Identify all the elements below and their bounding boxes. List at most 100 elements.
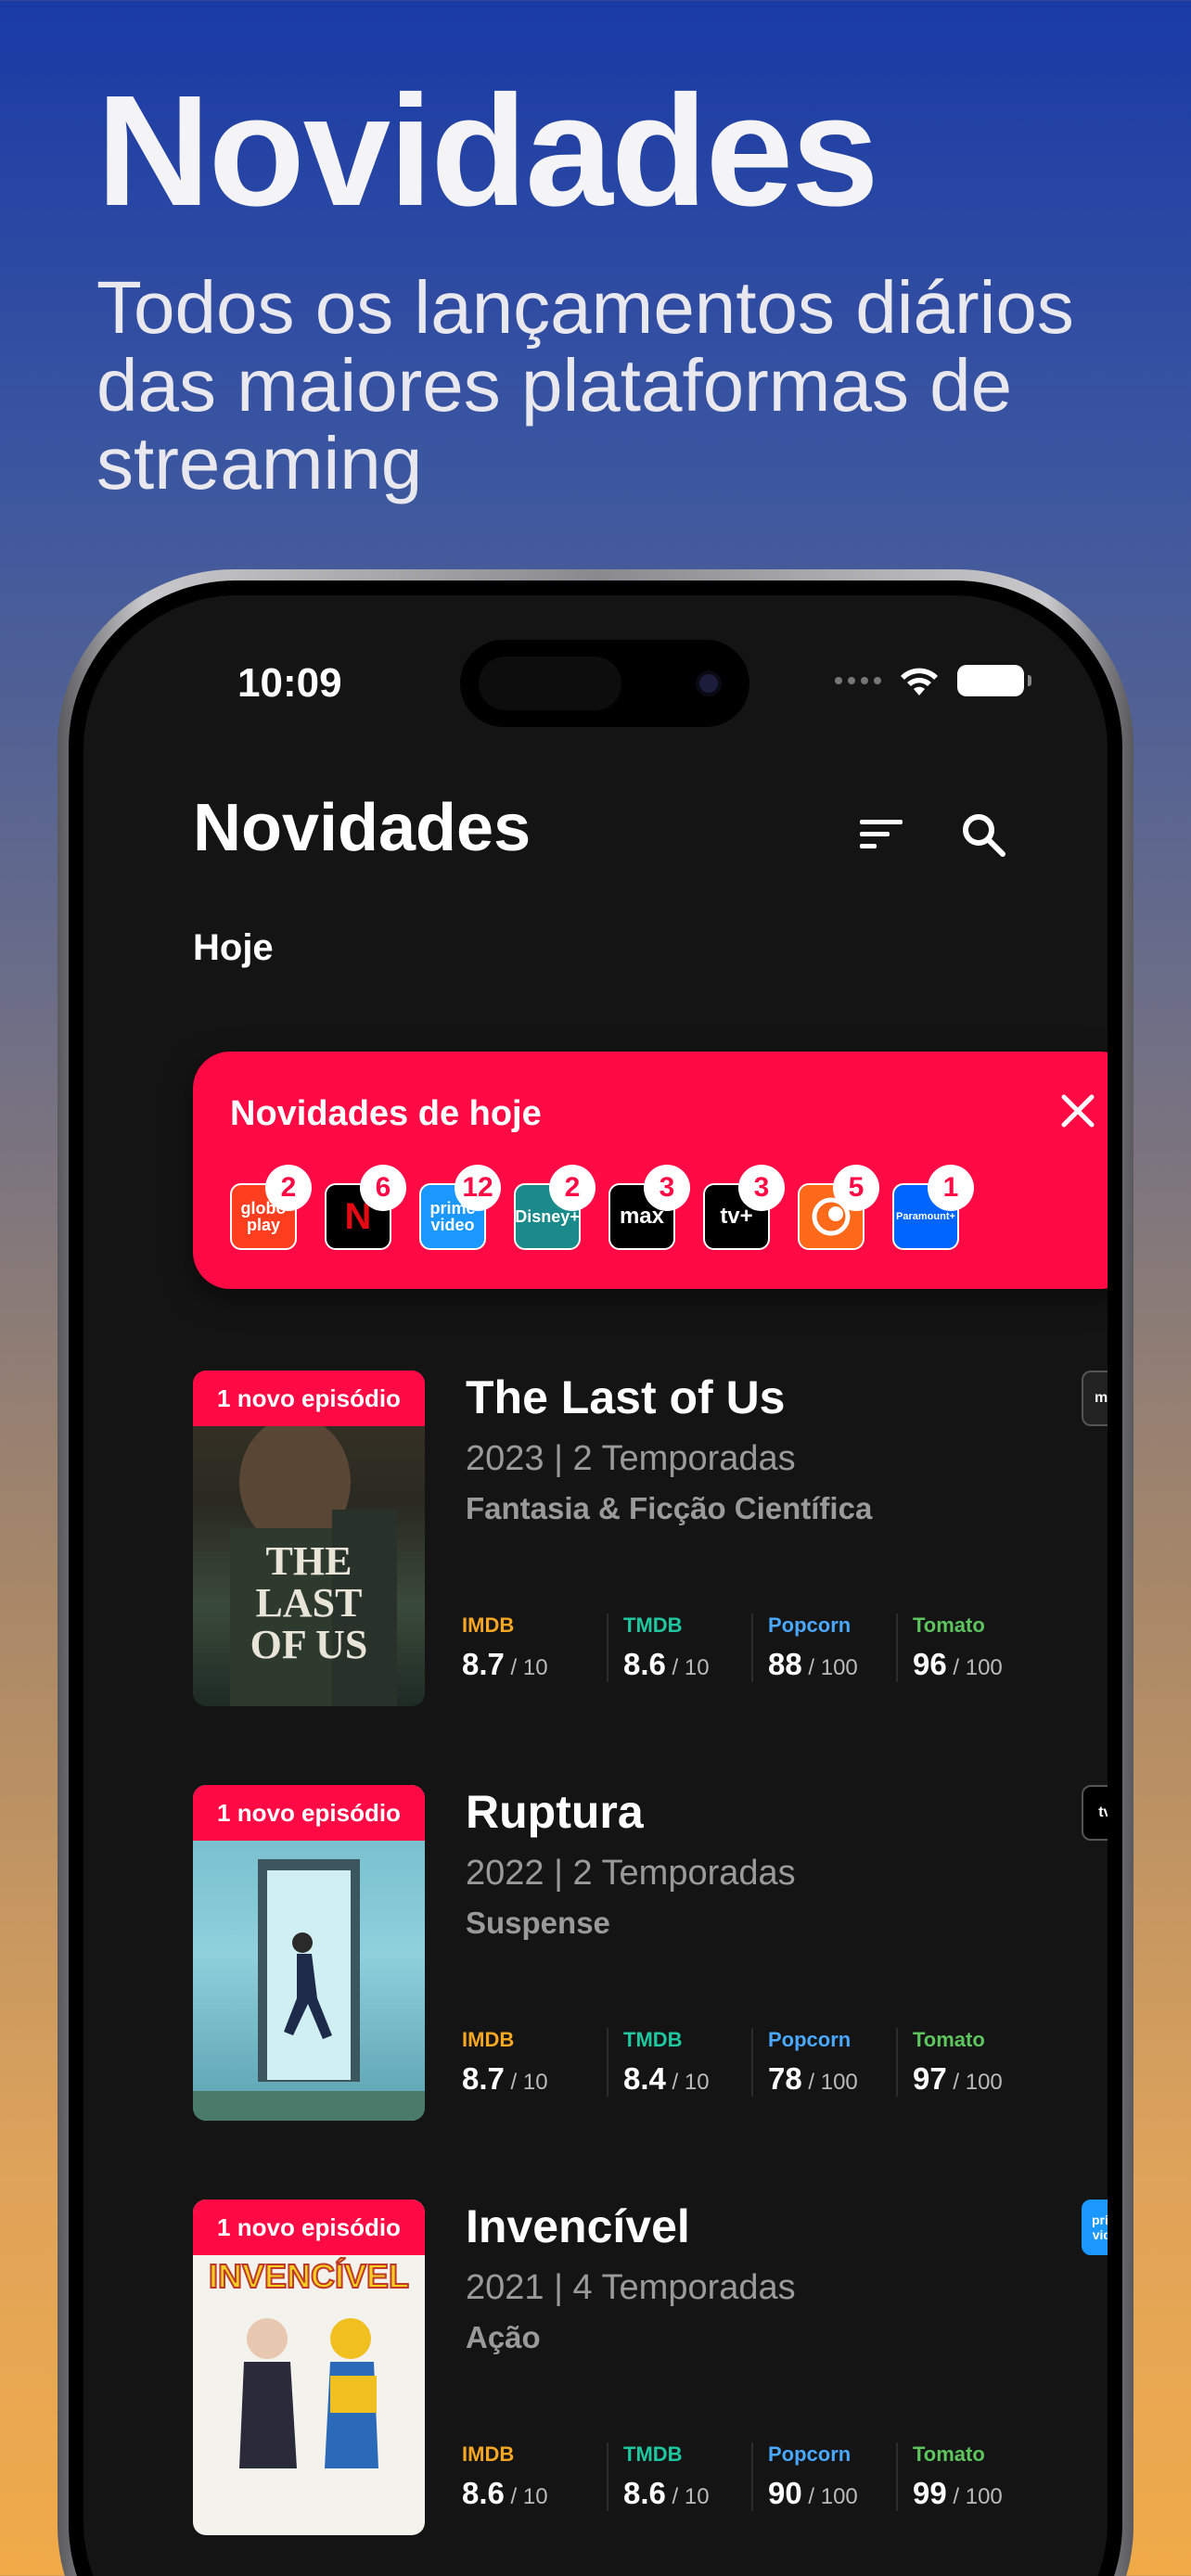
page-title: Novidades — [193, 791, 531, 865]
ratings: IMDB 8.7 / 10 TMDB 8.6 / 10 Popcorn 88 / 10… — [462, 1613, 1041, 1682]
rating-tomato: Tomato 99 / 100 — [896, 2442, 1041, 2511]
search-button[interactable] — [955, 807, 1011, 862]
rating-value: 78 — [768, 2061, 802, 2096]
apple-tv-logo: tv+ — [720, 1204, 753, 1229]
close-button[interactable] — [1052, 1085, 1104, 1137]
platform-crunchyroll[interactable]: 5 — [798, 1165, 879, 1250]
svg-text:THE: THE — [266, 1538, 352, 1584]
rating-name: IMDB — [462, 2028, 515, 2051]
new-episode-badge: 1 novo episódio — [193, 2200, 425, 2255]
app-screen: 10:09 Novidades Hoje Novidades de hoje g… — [83, 595, 1108, 2576]
rating-value: 8.7 — [462, 2061, 505, 2096]
platform-prime-video[interactable]: prime video 12 — [419, 1165, 501, 1250]
rating-value: 99 — [913, 2476, 947, 2510]
rating-value: 8.6 — [623, 1647, 666, 1681]
rating-name: Popcorn — [768, 1613, 852, 1637]
rating-value: 8.4 — [623, 2061, 666, 2096]
platform-netflix[interactable]: N 6 — [325, 1165, 406, 1250]
rating-popcorn: Popcorn 90 / 100 — [751, 2442, 896, 2511]
rating-imdb: IMDB 8.7 / 10 — [462, 2028, 607, 2097]
platform-list: globo play 2 N 6 prime video 12 Disney+ … — [230, 1165, 974, 1250]
netflix-logo: N — [344, 1196, 372, 1237]
max-logo: max — [619, 1204, 665, 1229]
promo-subtitle: Todos os lançamentos diários das maiores… — [96, 266, 1074, 504]
platform-count: 5 — [833, 1165, 879, 1211]
show-title: Ruptura — [466, 1786, 644, 1838]
rating-name: Tomato — [913, 1613, 985, 1637]
rating-popcorn: Popcorn 78 / 100 — [751, 2028, 896, 2097]
promo-title: Novidades — [96, 63, 879, 239]
rating-value: 8.6 — [623, 2476, 666, 2510]
rating-max: / 100 — [801, 1655, 858, 1680]
rating-max: / 10 — [665, 1655, 710, 1680]
platform-max[interactable]: max 3 — [608, 1165, 690, 1250]
rating-tmdb: TMDB 8.6 / 10 — [607, 2442, 751, 2511]
rating-popcorn: Popcorn 88 / 100 — [751, 1613, 896, 1682]
rating-max: / 100 — [946, 1655, 1003, 1680]
platform-count: 2 — [549, 1165, 596, 1211]
rating-name: Tomato — [913, 2442, 985, 2466]
rating-value: 8.6 — [462, 2476, 505, 2510]
rating-name: Popcorn — [768, 2028, 852, 2051]
rating-name: IMDB — [462, 2442, 515, 2466]
ratings: IMDB 8.7 / 10 TMDB 8.4 / 10 Popcorn 78 / 10… — [462, 2028, 1041, 2097]
rating-name: TMDB — [623, 2442, 683, 2466]
platform-count: 3 — [644, 1165, 690, 1211]
service-badge: tv+ — [1082, 1785, 1108, 1841]
rating-value: 90 — [768, 2476, 802, 2510]
show-card[interactable]: 1 novo episódio Ruptura 2022 | 2 Tempora… — [193, 1785, 1108, 2121]
platform-paramount-plus[interactable]: Paramount+ 1 — [892, 1165, 974, 1250]
platform-count: 12 — [455, 1165, 501, 1211]
status-time: 10:09 — [237, 660, 342, 706]
status-icons — [835, 664, 1031, 697]
rating-value: 88 — [768, 1647, 802, 1681]
today-banner[interactable]: Novidades de hoje globo play 2 N 6 prime… — [193, 1052, 1108, 1289]
new-episode-badge: 1 novo episódio — [193, 1371, 425, 1426]
platform-count: 6 — [360, 1165, 406, 1211]
platform-apple-tv[interactable]: tv+ 3 — [703, 1165, 785, 1250]
rating-name: Popcorn — [768, 2442, 852, 2466]
rating-name: TMDB — [623, 1613, 683, 1637]
rating-tmdb: TMDB 8.6 / 10 — [607, 1613, 751, 1682]
dynamic-island — [460, 640, 749, 727]
rating-max: / 10 — [665, 2484, 710, 2509]
rating-value: 97 — [913, 2061, 947, 2096]
platform-globoplay[interactable]: globo play 2 — [230, 1165, 312, 1250]
show-card[interactable]: THE LAST OF US 1 novo episódio The Last … — [193, 1371, 1108, 1706]
section-today: Hoje — [193, 927, 274, 968]
rating-value: 8.7 — [462, 1647, 505, 1681]
ratings: IMDB 8.6 / 10 TMDB 8.6 / 10 Popcorn 90 / 10… — [462, 2442, 1041, 2511]
rating-imdb: IMDB 8.7 / 10 — [462, 1613, 607, 1682]
show-poster: THE LAST OF US 1 novo episódio — [193, 1371, 425, 1706]
banner-title: Novidades de hoje — [230, 1094, 542, 1133]
rating-max: / 100 — [946, 2484, 1003, 2509]
new-episode-badge: 1 novo episódio — [193, 1785, 425, 1841]
rating-max: / 10 — [504, 1655, 548, 1680]
rating-max: / 100 — [946, 2070, 1003, 2095]
rating-max: / 10 — [504, 2070, 548, 2095]
show-poster: 1 novo episódio — [193, 1785, 425, 2121]
platform-disney-plus[interactable]: Disney+ 2 — [514, 1165, 596, 1250]
show-title: Invencível — [466, 2200, 690, 2252]
sort-icon — [860, 820, 903, 848]
rating-max: / 100 — [801, 2070, 858, 2095]
close-icon — [1061, 1094, 1095, 1128]
signal-icon — [835, 677, 881, 684]
svg-text:OF US: OF US — [250, 1622, 368, 1667]
rating-max: / 100 — [801, 2484, 858, 2509]
show-meta: 2023 | 2 Temporadas — [466, 1439, 796, 1478]
show-genre: Ação — [466, 2320, 541, 2354]
svg-text:LAST: LAST — [256, 1580, 363, 1626]
rating-tomato: Tomato 96 / 100 — [896, 1613, 1041, 1682]
rating-tmdb: TMDB 8.4 / 10 — [607, 2028, 751, 2097]
platform-count: 1 — [928, 1165, 974, 1211]
show-genre: Suspense — [466, 1906, 610, 1940]
sort-button[interactable] — [853, 807, 909, 862]
show-card[interactable]: INVENCÍVEL 1 novo episódio Invencível 20… — [193, 2200, 1108, 2535]
show-poster: INVENCÍVEL 1 novo episódio — [193, 2200, 425, 2535]
service-badge: max — [1082, 1371, 1108, 1426]
rating-name: TMDB — [623, 2028, 683, 2051]
service-badge: prime video — [1082, 2200, 1108, 2255]
show-meta: 2021 | 4 Temporadas — [466, 2268, 796, 2307]
show-meta: 2022 | 2 Temporadas — [466, 1854, 796, 1893]
